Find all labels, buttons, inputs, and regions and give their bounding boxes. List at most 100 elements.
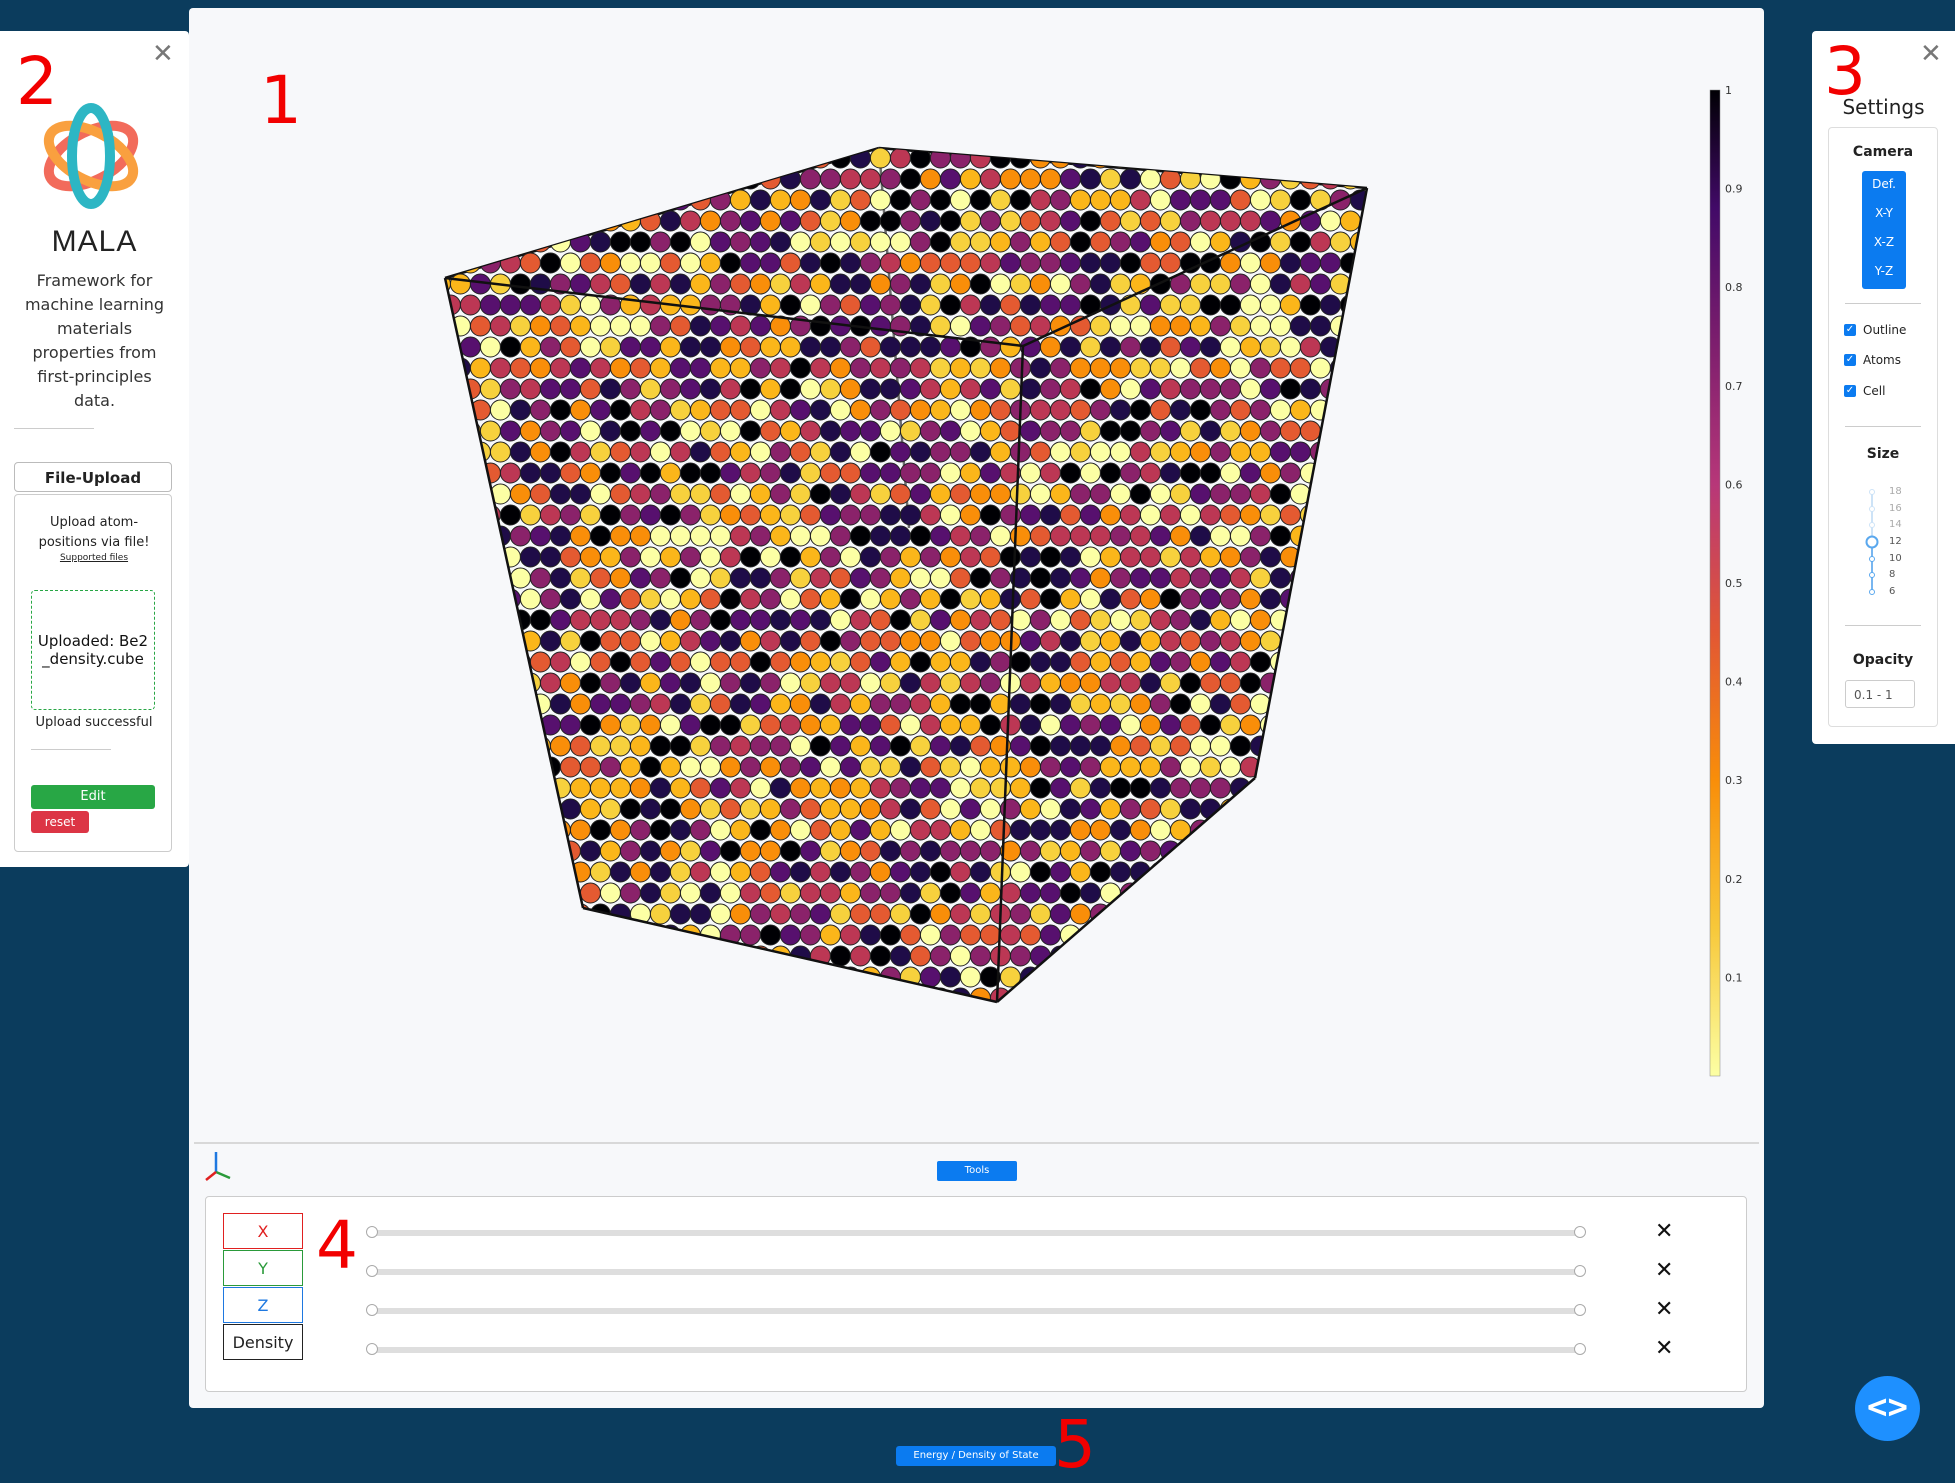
atom-sphere xyxy=(1109,567,1131,589)
atom-sphere xyxy=(639,798,661,820)
x-slider-max-handle[interactable] xyxy=(1574,1226,1586,1238)
checkbox-checked-icon[interactable]: ✓ xyxy=(1844,354,1856,366)
axis-x-button[interactable]: X xyxy=(223,1213,303,1249)
close-left-panel-icon[interactable]: ✕ xyxy=(152,39,174,69)
atom-sphere xyxy=(445,441,451,463)
code-toggle-button[interactable]: <> xyxy=(1855,1376,1920,1441)
atom-sphere xyxy=(519,504,541,526)
atom-sphere xyxy=(549,441,571,463)
size-slider[interactable] xyxy=(1865,488,1879,598)
outline-checkbox[interactable]: ✓ Outline xyxy=(1844,323,1906,337)
camera-default-button[interactable]: Def. xyxy=(1862,177,1906,191)
z-slider-max-handle[interactable] xyxy=(1574,1304,1586,1316)
reset-button[interactable]: reset xyxy=(31,811,89,833)
checkbox-checked-icon[interactable]: ✓ xyxy=(1844,324,1856,336)
atoms-label: Atoms xyxy=(1863,353,1901,367)
3d-plot-svg[interactable]: 10.90.80.70.60.50.40.30.20.1 xyxy=(189,8,1764,1138)
density-slider-min-handle[interactable] xyxy=(366,1343,378,1355)
atom-sphere xyxy=(1349,231,1367,253)
atom-sphere xyxy=(499,672,521,694)
atom-sphere xyxy=(859,168,881,190)
atom-sphere xyxy=(1009,945,1031,967)
atom-sphere xyxy=(889,483,911,505)
atom-sphere xyxy=(969,609,991,631)
atom-sphere xyxy=(1279,714,1301,736)
atom-sphere xyxy=(959,924,981,946)
atom-sphere xyxy=(849,609,871,631)
supported-files-link[interactable]: Supported files xyxy=(15,553,173,563)
edit-button[interactable]: Edit xyxy=(31,785,155,809)
axis-y-button[interactable]: Y xyxy=(223,1250,303,1286)
atom-sphere xyxy=(1079,420,1101,442)
reset-z-icon[interactable]: ✕ xyxy=(1655,1297,1673,1322)
camera-yz-button[interactable]: Y-Z xyxy=(1862,264,1906,278)
atom-sphere xyxy=(719,420,741,442)
opacity-input[interactable]: 0.1 - 1 xyxy=(1845,680,1915,708)
atom-sphere xyxy=(989,819,1011,841)
atom-sphere xyxy=(1129,399,1151,421)
z-slider-min-handle[interactable] xyxy=(366,1304,378,1316)
atom-sphere xyxy=(779,798,801,820)
checkbox-checked-icon[interactable]: ✓ xyxy=(1844,385,1856,397)
axis-z-button[interactable]: Z xyxy=(223,1287,303,1323)
atom-sphere xyxy=(539,504,561,526)
density-range-slider[interactable] xyxy=(366,1343,1586,1355)
atom-sphere xyxy=(1339,546,1361,568)
camera-xz-button[interactable]: X-Z xyxy=(1862,235,1906,249)
atom-sphere xyxy=(609,525,631,547)
atom-sphere xyxy=(1159,588,1181,610)
density-viewer[interactable]: 1 0.9 0.8 0.7 0.6 0.5 0.4 0.3 0.2 0.1 1 Tools X Y… xyxy=(189,8,1764,1408)
file-upload-tab[interactable]: File-Upload xyxy=(14,462,172,492)
colorbar-tick-label: 0.9 xyxy=(1725,183,1743,196)
3d-scatter-plot[interactable]: 1 0.9 0.8 0.7 0.6 0.5 0.4 0.3 0.2 0.1 xyxy=(189,8,1764,1138)
atom-sphere xyxy=(420,589,440,609)
atom-sphere xyxy=(849,903,871,925)
atom-sphere xyxy=(1339,714,1361,736)
atom-sphere xyxy=(679,336,701,358)
atom-sphere xyxy=(1239,420,1261,442)
atoms-checkbox[interactable]: ✓ Atoms xyxy=(1844,353,1901,367)
energy-dos-button[interactable]: Energy / Density of State xyxy=(896,1446,1056,1466)
atom-sphere xyxy=(599,882,621,904)
atom-sphere xyxy=(539,840,561,862)
atom-sphere xyxy=(809,441,831,463)
atom-sphere xyxy=(1219,378,1241,400)
y-slider-max-handle[interactable] xyxy=(1574,1265,1586,1277)
cell-checkbox[interactable]: ✓ Cell xyxy=(1844,384,1885,398)
atom-sphere xyxy=(969,189,991,211)
atom-sphere xyxy=(689,693,711,715)
atom-sphere xyxy=(1169,609,1191,631)
atom-sphere xyxy=(1109,903,1131,925)
atom-sphere xyxy=(819,882,841,904)
atom-sphere xyxy=(759,882,781,904)
y-range-slider[interactable] xyxy=(366,1265,1586,1277)
reset-density-icon[interactable]: ✕ xyxy=(1655,1336,1673,1361)
atom-sphere xyxy=(499,882,521,904)
atom-sphere xyxy=(909,399,931,421)
atom-sphere xyxy=(859,504,881,526)
atom-sphere xyxy=(499,798,521,820)
density-slider-max-handle[interactable] xyxy=(1574,1343,1586,1355)
close-settings-icon[interactable]: ✕ xyxy=(1920,39,1942,69)
atom-sphere xyxy=(1169,525,1191,547)
atom-sphere xyxy=(1119,756,1141,778)
y-slider-min-handle[interactable] xyxy=(366,1265,378,1277)
atom-sphere xyxy=(1079,630,1101,652)
tools-button[interactable]: Tools xyxy=(937,1161,1017,1181)
reset-x-icon[interactable]: ✕ xyxy=(1655,1219,1673,1244)
x-slider-min-handle[interactable] xyxy=(366,1226,378,1238)
camera-xy-button[interactable]: X-Y xyxy=(1862,206,1906,220)
atom-sphere xyxy=(1089,945,1111,967)
atom-sphere xyxy=(639,630,661,652)
x-range-slider[interactable] xyxy=(366,1226,1586,1238)
atom-sphere xyxy=(799,714,821,736)
atom-sphere xyxy=(559,462,581,484)
z-range-slider[interactable] xyxy=(366,1304,1586,1316)
atom-sphere xyxy=(869,483,891,505)
atom-sphere xyxy=(1099,840,1121,862)
reset-y-icon[interactable]: ✕ xyxy=(1655,1258,1673,1283)
file-dropzone[interactable]: Uploaded: Be2_density.cube xyxy=(31,590,155,710)
atom-sphere xyxy=(1349,399,1367,421)
density-button[interactable]: Density xyxy=(223,1324,303,1360)
atom-sphere xyxy=(579,252,601,274)
